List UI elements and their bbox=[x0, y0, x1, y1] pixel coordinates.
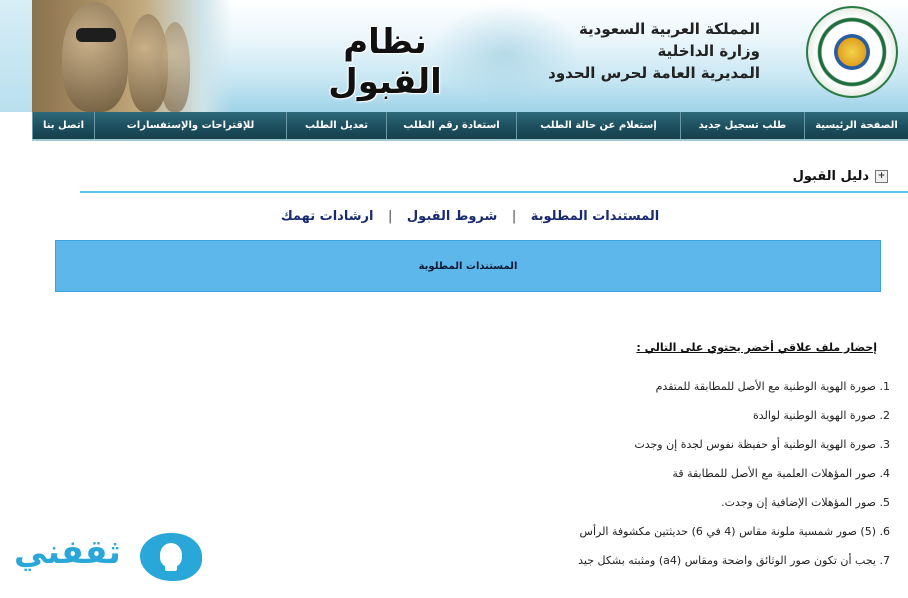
list-item: 4. صور المؤهلات العلمية مع الأصل للمطابق… bbox=[672, 467, 890, 480]
goggles-icon bbox=[76, 28, 116, 42]
list-item: 1. صورة الهوية الوطنية مع الأصل للمطابقة… bbox=[655, 380, 890, 393]
list-item: 2. صورة الهوية الوطنية لوالدة bbox=[752, 409, 890, 422]
plus-box-icon[interactable]: + bbox=[875, 170, 888, 183]
nav-request-status[interactable]: إستعلام عن حالة الطلب bbox=[516, 112, 680, 139]
banner-edge bbox=[0, 0, 32, 112]
org-line-country: المملكة العربية السعودية bbox=[578, 20, 760, 38]
nav-suggestions[interactable]: للإقتراحات والإستفسارات bbox=[94, 112, 286, 139]
link-separator: | bbox=[387, 209, 393, 224]
nav-recover-request-number[interactable]: استعادة رقم الطلب bbox=[386, 112, 516, 139]
link-separator: | bbox=[511, 209, 517, 224]
link-required-documents[interactable]: المستندات المطلوبة bbox=[531, 209, 659, 224]
list-item: 5. صور المؤهلات الإضافية إن وجدت. bbox=[721, 496, 890, 509]
guide-title: دليل القبول bbox=[792, 169, 869, 184]
lightbulb-icon bbox=[140, 533, 202, 581]
bulb-base bbox=[165, 565, 177, 571]
list-item: 3. صورة الهوية الوطنية أو حفيظة نفوس لجد… bbox=[634, 438, 890, 451]
emblem-center bbox=[834, 34, 870, 70]
main-content: + دليل القبول المستندات المطلوبة | شروط … bbox=[32, 141, 908, 598]
nav-contact-us[interactable]: اتصل بنا bbox=[32, 112, 94, 139]
system-title: نظام القبول bbox=[328, 22, 442, 102]
organization-name: المملكة العربية السعودية وزارة الداخلية … bbox=[530, 18, 760, 84]
soldiers-photo bbox=[32, 0, 232, 112]
section-title-box: المستندات المطلوبة bbox=[55, 240, 881, 292]
documents-intro: إحضار ملف علاقي أخضر يحتوي على التالي : bbox=[636, 341, 877, 354]
watermark-logo: ثقفني bbox=[14, 532, 121, 571]
nav-new-registration[interactable]: طلب تسجيل جديد bbox=[680, 112, 804, 139]
org-line-ministry: وزارة الداخلية bbox=[657, 42, 760, 60]
guide-header[interactable]: + دليل القبول bbox=[793, 169, 888, 184]
soldier-figure bbox=[160, 22, 190, 112]
guide-divider bbox=[80, 191, 908, 193]
org-line-directorate: المديرية العامة لحرس الحدود bbox=[548, 64, 760, 82]
main-nav: الصفحة الرئيسية طلب تسجيل جديد إستعلام ع… bbox=[32, 112, 908, 141]
list-item: 7. يجب أن تكون صور الوثائق واضحة ومقاس (… bbox=[578, 554, 890, 567]
documents-list: 1. صورة الهوية الوطنية مع الأصل للمطابقة… bbox=[190, 377, 890, 580]
link-instructions[interactable]: ارشادات تهمك bbox=[281, 209, 374, 224]
link-admission-conditions[interactable]: شروط القبول bbox=[407, 209, 497, 224]
nav-home[interactable]: الصفحة الرئيسية bbox=[804, 112, 908, 139]
border-guard-emblem-icon bbox=[806, 6, 898, 98]
list-item: 6. (5) صور شمسية ملونة مقاس (4 في 6) حدي… bbox=[579, 525, 890, 538]
header-banner: نظام القبول المملكة العربية السعودية وزا… bbox=[0, 0, 908, 112]
bulb-glass bbox=[160, 543, 182, 567]
nav-edit-request[interactable]: تعديل الطلب bbox=[286, 112, 386, 139]
section-links: المستندات المطلوبة | شروط القبول | ارشاد… bbox=[32, 209, 908, 224]
soldier-figure bbox=[62, 2, 128, 112]
